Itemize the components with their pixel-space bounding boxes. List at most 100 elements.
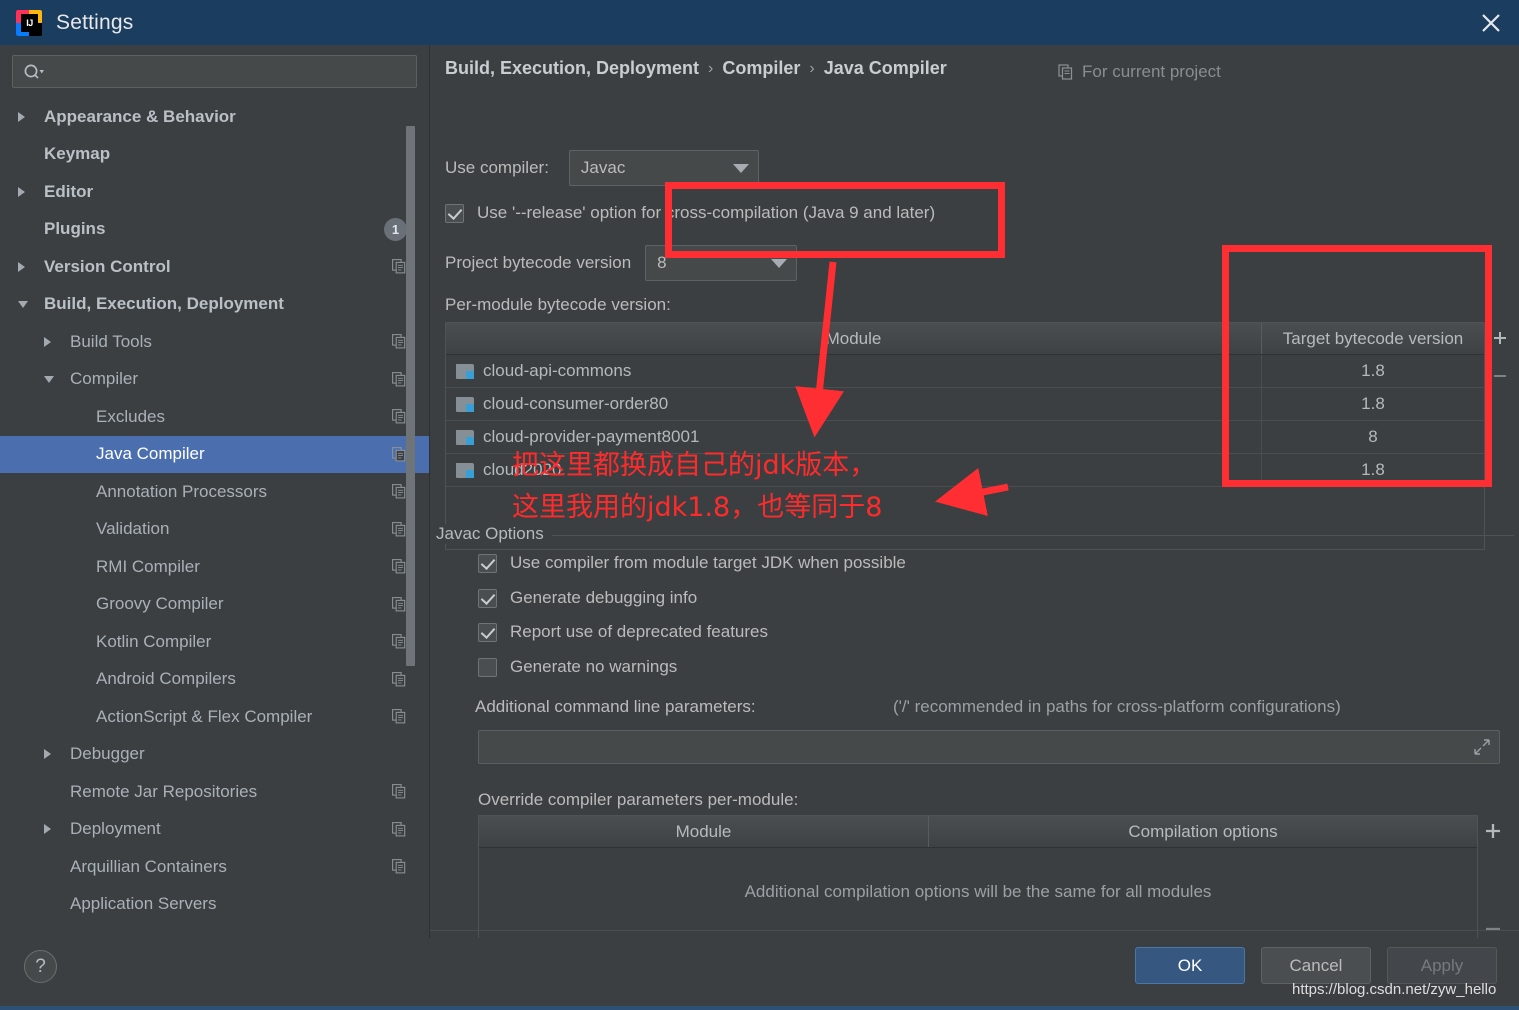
sidebar-item-debugger[interactable]: Debugger bbox=[0, 736, 429, 774]
use-release-option-row[interactable]: Use '--release' option for cross-compila… bbox=[445, 203, 935, 223]
settings-sidebar: Appearance & Behavior Keymap Editor Plugins… bbox=[0, 45, 429, 938]
sidebar-item-plugins[interactable]: Plugins 1 bbox=[0, 211, 429, 249]
cell-target-bytecode[interactable]: 1.8 bbox=[1262, 388, 1484, 420]
sidebar-item-application-servers[interactable]: Application Servers bbox=[0, 886, 429, 924]
column-header-compilation-options[interactable]: Compilation options bbox=[929, 816, 1477, 847]
module-name: cloud-api-commons bbox=[483, 361, 632, 380]
chevron-right-icon[interactable] bbox=[18, 111, 25, 122]
project-scope-icon bbox=[392, 371, 407, 387]
sidebar-item-remote-jar-repositories[interactable]: Remote Jar Repositories bbox=[0, 773, 429, 811]
sidebar-item-label: RMI Compiler bbox=[96, 556, 200, 576]
sidebar-item-validation[interactable]: Validation bbox=[0, 511, 429, 549]
tree-arrow-slot bbox=[18, 261, 38, 272]
project-scope-icon bbox=[392, 709, 407, 724]
javac-option-row-3[interactable]: Generate no warnings bbox=[478, 657, 677, 677]
sidebar-item-label: Groovy Compiler bbox=[96, 594, 224, 614]
sidebar-item-actionscript-flex-compiler[interactable]: ActionScript & Flex Compiler bbox=[0, 698, 429, 736]
cell-module: cloud-consumer-order80 bbox=[446, 388, 1262, 420]
sidebar-item-compiler[interactable]: Compiler bbox=[0, 361, 429, 399]
breadcrumb-item-compiler[interactable]: Compiler bbox=[722, 58, 800, 79]
for-current-project: For current project bbox=[1058, 62, 1221, 82]
project-scope-icon bbox=[392, 484, 407, 499]
column-header-override-module[interactable]: Module bbox=[479, 816, 929, 847]
sidebar-item-groovy-compiler[interactable]: Groovy Compiler bbox=[0, 586, 429, 624]
sidebar-item-rmi-compiler[interactable]: RMI Compiler bbox=[0, 548, 429, 586]
use-compiler-label: Use compiler: bbox=[445, 158, 549, 177]
project-scope-icon bbox=[392, 559, 407, 574]
settings-dialog: IJ Settings Appearance & Behavior Keymap… bbox=[0, 0, 1519, 1010]
use-release-checkbox[interactable] bbox=[445, 203, 464, 223]
sidebar-item-android-compilers[interactable]: Android Compilers bbox=[0, 661, 429, 699]
table-toolbar bbox=[1484, 323, 1516, 551]
javac-option-row-1[interactable]: Generate debugging info bbox=[478, 588, 697, 608]
sidebar-item-label: Debugger bbox=[70, 744, 145, 764]
project-scope-icon bbox=[392, 671, 407, 687]
close-icon[interactable] bbox=[1463, 0, 1519, 45]
module-folder-icon bbox=[456, 462, 474, 478]
sidebar-item-arquillian-containers[interactable]: Arquillian Containers bbox=[0, 848, 429, 886]
column-header-module[interactable]: Module bbox=[446, 323, 1262, 354]
search-box[interactable] bbox=[12, 55, 417, 88]
help-button[interactable]: ? bbox=[24, 950, 57, 983]
sidebar-item-java-compiler[interactable]: Java Compiler bbox=[0, 435, 429, 473]
apply-button[interactable]: Apply bbox=[1387, 947, 1497, 984]
breadcrumb-item-java-compiler[interactable]: Java Compiler bbox=[824, 58, 947, 79]
chevron-right-icon[interactable] bbox=[44, 749, 51, 760]
sidebar-item-editor[interactable]: Editor bbox=[0, 173, 429, 211]
add-module-button[interactable] bbox=[1491, 329, 1509, 347]
table-row[interactable]: cloud2020 1.8 bbox=[446, 454, 1484, 487]
chevron-right-icon[interactable] bbox=[44, 824, 51, 835]
tree-arrow-slot bbox=[44, 375, 64, 383]
cell-target-bytecode[interactable]: 8 bbox=[1262, 421, 1484, 453]
sidebar-item-label: Java Compiler bbox=[96, 444, 205, 464]
javac-option-row-2[interactable]: Report use of deprecated features bbox=[478, 622, 768, 642]
javac-option-checkbox[interactable] bbox=[478, 553, 497, 573]
sidebar-item-annotation-processors[interactable]: Annotation Processors bbox=[0, 473, 429, 511]
sidebar-scrollbar-thumb[interactable] bbox=[406, 126, 415, 666]
breadcrumb-item-build[interactable]: Build, Execution, Deployment bbox=[445, 58, 699, 79]
sidebar-item-build-tools[interactable]: Build Tools bbox=[0, 323, 429, 361]
use-compiler-value: Javac bbox=[580, 158, 626, 177]
javac-option-row-0[interactable]: Use compiler from module target JDK when… bbox=[478, 553, 906, 573]
cell-target-bytecode[interactable]: 1.8 bbox=[1262, 355, 1484, 387]
ok-button[interactable]: OK bbox=[1135, 947, 1245, 984]
project-bytecode-select[interactable]: 8 bbox=[645, 245, 798, 281]
remove-module-button[interactable] bbox=[1491, 367, 1509, 385]
override-params-table: Module Compilation options Additional co… bbox=[478, 815, 1500, 940]
search-input[interactable] bbox=[45, 63, 416, 80]
javac-option-checkbox[interactable] bbox=[478, 622, 497, 642]
add-override-button[interactable] bbox=[1484, 822, 1502, 840]
sidebar-item-appearance-behavior[interactable]: Appearance & Behavior bbox=[0, 98, 429, 136]
sidebar-item-kotlin-compiler[interactable]: Kotlin Compiler bbox=[0, 623, 429, 661]
chevron-right-icon[interactable] bbox=[18, 186, 25, 197]
project-scope-icon bbox=[392, 409, 407, 424]
table-row[interactable]: cloud-consumer-order80 1.8 bbox=[446, 388, 1484, 421]
column-header-target[interactable]: Target bytecode version bbox=[1262, 323, 1484, 354]
chevron-right-icon[interactable] bbox=[44, 336, 51, 347]
sidebar-item-excludes[interactable]: Excludes bbox=[0, 398, 429, 436]
chevron-right-icon[interactable] bbox=[18, 261, 25, 272]
cell-target-bytecode[interactable]: 1.8 bbox=[1262, 454, 1484, 486]
chevron-down-icon[interactable] bbox=[18, 300, 28, 308]
sidebar-item-label: Compiler bbox=[70, 369, 139, 389]
sidebar-item-version-control[interactable]: Version Control bbox=[0, 248, 429, 286]
additional-params-input[interactable] bbox=[478, 730, 1500, 764]
sidebar-item-deployment[interactable]: Deployment bbox=[0, 811, 429, 849]
remove-override-button[interactable] bbox=[1484, 920, 1502, 938]
expand-icon[interactable] bbox=[1473, 738, 1491, 761]
table-row[interactable]: cloud-api-commons 1.8 bbox=[446, 355, 1484, 388]
sidebar-item-build-execution-deployment[interactable]: Build, Execution, Deployment bbox=[0, 286, 429, 324]
javac-option-checkbox[interactable] bbox=[478, 657, 497, 677]
cancel-button[interactable]: Cancel bbox=[1261, 947, 1371, 984]
tree-arrow-slot bbox=[44, 336, 64, 347]
sidebar-scrollbar-track[interactable] bbox=[406, 98, 422, 938]
sidebar-item-label: Annotation Processors bbox=[96, 481, 268, 501]
sidebar-item-keymap[interactable]: Keymap bbox=[0, 136, 429, 174]
javac-option-checkbox[interactable] bbox=[478, 588, 497, 608]
chevron-down-icon[interactable] bbox=[44, 375, 54, 383]
use-compiler-select[interactable]: Javac bbox=[568, 150, 759, 186]
table-row[interactable]: cloud-provider-payment8001 8 bbox=[446, 421, 1484, 454]
project-scope-icon bbox=[392, 821, 407, 837]
sidebar-item-label: Version Control bbox=[44, 256, 171, 276]
sidebar-item-label: Kotlin Compiler bbox=[96, 631, 212, 651]
